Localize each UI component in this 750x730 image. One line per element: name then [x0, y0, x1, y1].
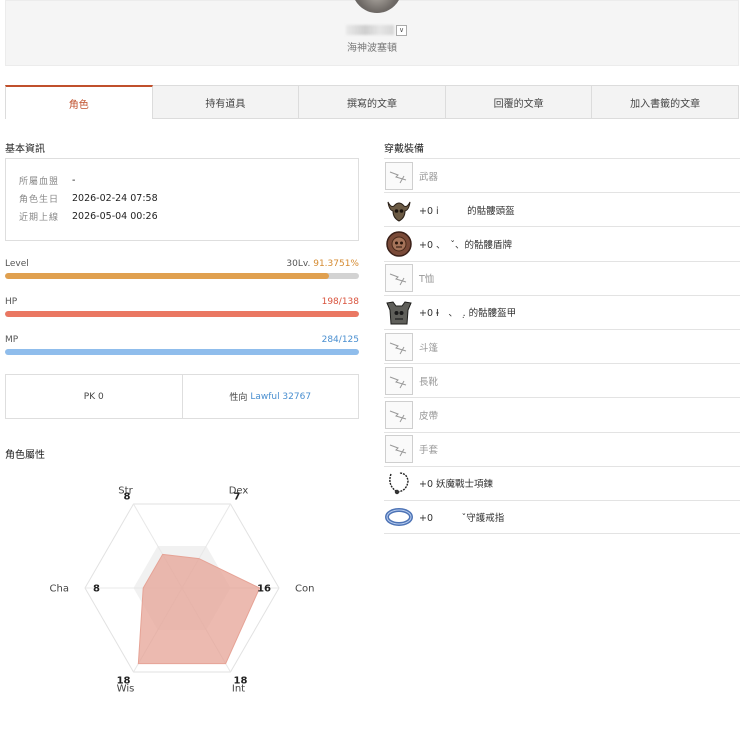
equipment-name: +0 Ɨ 、 .̣ 的骷髏盔甲 [419, 308, 517, 320]
hp-fill [5, 311, 359, 317]
radar-stat-name: Cha [50, 584, 69, 595]
basic-info-title: 基本資訊 [5, 144, 45, 155]
equipment-slot[interactable]: 手套 [384, 431, 740, 466]
equipment-name: T恤 [419, 274, 435, 286]
alignment: 性向 Lawful 32767 [181, 375, 359, 418]
hp-label: HP [5, 297, 18, 307]
info-label: 近期上線 [19, 212, 60, 223]
equipment-slot[interactable]: T恤 [384, 260, 740, 295]
tab-replies[interactable]: 回覆的文章 [445, 85, 593, 119]
level-number: 30Lv. [286, 259, 311, 269]
equipment-slot[interactable]: +0 妖魔戰士項鍊 [384, 465, 740, 500]
skull-shield-icon [385, 230, 413, 258]
stats-radar-chart: Str8Dex7Con16Int18Wis18Cha 8 [50, 485, 315, 694]
tab-character[interactable]: 角色 [5, 85, 153, 119]
level-fill [5, 273, 329, 279]
mp-track [5, 349, 359, 355]
radar-stat-name: Con [295, 584, 314, 595]
equipment-slot[interactable]: 長靴 [384, 363, 740, 397]
info-value: 2026-05-04 00:26 [72, 210, 158, 222]
equipment-slot[interactable]: +0 、 ˇ、的骷髏盾牌 [384, 226, 740, 260]
level-label: Level [5, 259, 29, 269]
skull-helmet-icon [385, 196, 413, 224]
equipment-name: 皮帶 [419, 410, 439, 422]
radar-stat-value: 7 [234, 491, 241, 502]
equipment-name: +0 、 ˇ、的骷髏盾牌 [419, 239, 513, 251]
equipment-name: 長靴 [419, 376, 439, 388]
radar-stat-value: 8 [93, 584, 100, 595]
equipment-slot[interactable]: +0 ˇ守護戒指 [384, 499, 740, 535]
empty-slot-icon [385, 366, 413, 395]
alignment-value: Lawful 32767 [250, 391, 312, 402]
equipment-name: 武器 [419, 171, 439, 183]
info-row-clan: 所屬血盟 - [19, 171, 358, 189]
equipment-name: 手套 [419, 445, 439, 457]
profile-header: ∨ 海神波塞頓 [5, 0, 739, 66]
tab-bookmarks[interactable]: 加入書籤的文章 [592, 85, 739, 119]
character-name-blurred [346, 25, 394, 35]
info-label: 角色生日 [19, 194, 60, 205]
info-row-last-login: 近期上線 2026-05-04 00:26 [19, 207, 358, 225]
mp-label: MP [5, 335, 19, 345]
pk-alignment-box: PK 0 性向 Lawful 32767 [5, 374, 359, 419]
empty-slot-icon [385, 264, 413, 293]
tab-items[interactable]: 持有道具 [152, 85, 300, 119]
mp-bar: MP 284/125 [5, 335, 359, 355]
radar-stat-value: 18 [117, 676, 131, 687]
equipment-slot[interactable]: +0 Ɨ 、 .̣ 的骷髏盔甲 [384, 294, 740, 329]
hp-track [5, 311, 359, 317]
mp-fill [5, 349, 359, 355]
empty-slot-icon [385, 161, 413, 190]
necklace-icon [385, 469, 413, 497]
info-value: 2026-02-24 07:58 [72, 192, 158, 204]
stats-title: 角色屬性 [5, 450, 45, 461]
server-name: 海神波塞頓 [347, 43, 397, 54]
character-name-row: ∨ [346, 24, 407, 36]
alignment-label: 性向 [229, 393, 248, 403]
radar-stat-value: 8 [124, 491, 131, 502]
info-label: 所屬血盟 [19, 176, 60, 187]
radar-stat-value: 16 [257, 584, 271, 595]
empty-slot-icon [385, 332, 413, 361]
level-bar: Level 30Lv. 91.3751% [5, 259, 359, 279]
level-value: 30Lv. 91.3751% [286, 259, 359, 271]
equipment-title: 穿戴裝備 [384, 144, 424, 155]
avatar [352, 0, 402, 13]
radar-stat-value: 18 [234, 676, 248, 687]
equipment-name: +0 妖魔戰士項鍊 [419, 479, 494, 491]
tab-posts[interactable]: 撰寫的文章 [299, 85, 446, 119]
equipment-slot[interactable]: 斗篷 [384, 328, 740, 363]
equipment-list: 武器 +0 i 的骷髏頭盔 +0 、 ˇ、的骷髏盾牌 T恤 +0 Ɨ 、 .̣ 的骷髏盔… [384, 158, 740, 535]
skull-armor-icon [385, 298, 413, 326]
equipment-slot[interactable]: 皮帶 [384, 397, 740, 431]
empty-slot-icon [385, 400, 413, 429]
radar-stat-polygon [137, 553, 261, 665]
ring-icon [385, 503, 413, 531]
equipment-slot[interactable]: 武器 [384, 158, 740, 192]
equipment-slot[interactable]: +0 i 的骷髏頭盔 [384, 192, 740, 226]
chevron-down-icon[interactable]: ∨ [396, 24, 407, 36]
hp-bar: HP 198/138 [5, 297, 359, 317]
basic-info-box: 所屬血盟 - 角色生日 2026-02-24 07:58 近期上線 2026-0… [5, 158, 359, 241]
mp-value: 284/125 [321, 335, 359, 345]
pk-count: PK 0 [83, 391, 104, 402]
level-track [5, 273, 359, 279]
equipment-name: +0 ˇ守護戒指 [419, 512, 505, 524]
profile-tabs: 角色 持有道具 撰寫的文章 回覆的文章 加入書籤的文章 [5, 85, 739, 119]
info-row-birthday: 角色生日 2026-02-24 07:58 [19, 189, 358, 207]
level-percent: 91.3751% [313, 259, 359, 269]
equipment-name: 斗篷 [419, 342, 439, 354]
equipment-name: +0 i 的骷髏頭盔 [419, 205, 515, 217]
hp-value: 198/138 [321, 297, 359, 307]
info-value: - [72, 174, 76, 186]
empty-slot-icon [385, 435, 413, 464]
